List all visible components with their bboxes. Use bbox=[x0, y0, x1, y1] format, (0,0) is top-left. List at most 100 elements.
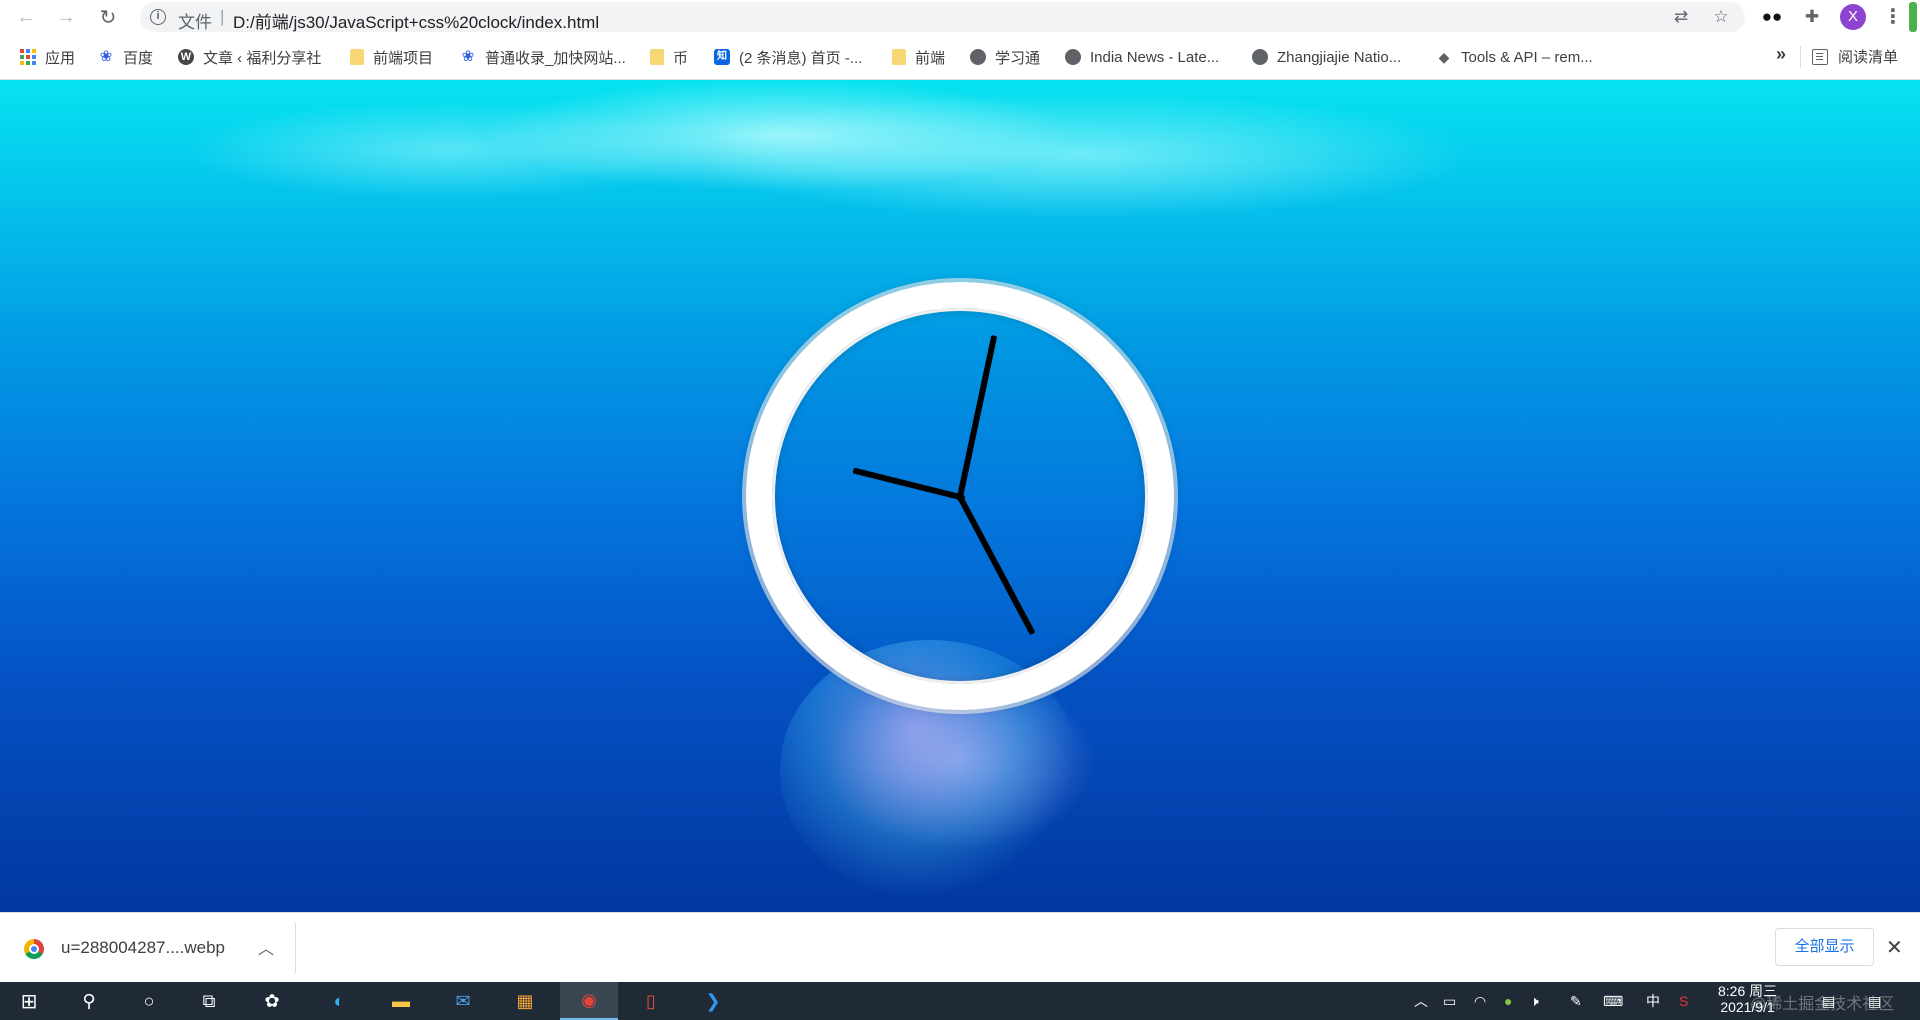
wifi-icon[interactable]: ◠ bbox=[1474, 992, 1486, 1010]
taskbar-app-document[interactable]: ▯ bbox=[622, 982, 680, 1020]
forward-button[interactable]: → bbox=[52, 3, 80, 31]
cortana-button[interactable]: ○ bbox=[120, 982, 178, 1020]
analog-clock bbox=[746, 282, 1174, 710]
taskbar-app-mail[interactable]: ✉ bbox=[434, 982, 492, 1020]
chrome-file-icon bbox=[24, 939, 44, 959]
profile-avatar[interactable]: X bbox=[1840, 4, 1866, 30]
start-button[interactable]: ⊞ bbox=[0, 982, 58, 1020]
show-all-downloads-button[interactable]: 全部显示 bbox=[1775, 928, 1874, 966]
taskbar-app-chrome[interactable]: ◉ bbox=[560, 982, 618, 1020]
globe-icon bbox=[970, 49, 986, 65]
download-filename[interactable]: u=288004287....webp bbox=[61, 938, 225, 958]
task-view-button[interactable]: ⧉ bbox=[180, 982, 238, 1020]
bookmark-label: 前端项目 bbox=[373, 49, 434, 67]
bookmark-apps[interactable]: 应用 bbox=[20, 46, 75, 68]
reading-list-button[interactable]: 阅读清单 bbox=[1812, 46, 1898, 67]
bookmark-label: Zhangjiajie Natio... bbox=[1277, 48, 1402, 66]
bookmark-label: 百度 bbox=[123, 49, 154, 67]
search-icon: ⚲ bbox=[82, 990, 96, 1011]
info-icon[interactable]: i bbox=[150, 9, 166, 25]
minute-hand bbox=[957, 334, 998, 498]
windows-taskbar: ⊞ ⚲ ○ ⧉ ✿ ◐ ▬ ✉ ▦ ◉ ▯ ❯ ︿ ▭ ◠ ● 🕨 ✎ ⌨ 中 … bbox=[0, 982, 1920, 1020]
edge-browser-icon: ◐ bbox=[333, 990, 345, 1011]
bookmark-xuexitong[interactable]: 学习通 bbox=[970, 46, 1040, 68]
browser-menu-icon[interactable]: ⋮ bbox=[1883, 3, 1903, 31]
keyboard-icon[interactable]: ⌨ bbox=[1603, 992, 1623, 1010]
pinwheel-app-icon: ✿ bbox=[264, 990, 280, 1011]
side-panel-edge bbox=[1909, 2, 1917, 32]
bookmark-label: 应用 bbox=[45, 49, 76, 67]
reading-list-label: 阅读清单 bbox=[1838, 49, 1899, 66]
taskbar-app-store[interactable]: ▦ bbox=[496, 982, 554, 1020]
bookmarks-bar: 应用 ❀ 百度 W 文章 ‹ 福利分享社 前端项目 ❀ 普通收录_加快网站...… bbox=[0, 34, 1920, 80]
download-divider bbox=[295, 923, 296, 973]
taskbar-app-file-explorer[interactable]: ▬ bbox=[372, 982, 430, 1020]
bookmark-baidu[interactable]: ❀ 百度 bbox=[98, 46, 153, 68]
url-scheme-label: 文件 bbox=[178, 13, 212, 32]
chrome-icon: ◉ bbox=[581, 989, 597, 1010]
address-bar[interactable]: i 文件 | D:/前端/js30/JavaScript+css%20clock… bbox=[140, 2, 1745, 32]
zhihu-icon: 知 bbox=[714, 49, 730, 65]
download-shelf: u=288004287....webp ︿ 全部显示 ✕ bbox=[0, 912, 1920, 982]
bookmark-star-icon[interactable]: ☆ bbox=[1711, 7, 1731, 27]
reading-list-icon bbox=[1812, 48, 1828, 65]
speaker-muted-icon[interactable]: 🕨 bbox=[1530, 992, 1539, 1010]
bookmarks-divider bbox=[1800, 46, 1801, 68]
pen-icon[interactable]: ✎ bbox=[1570, 992, 1582, 1010]
ime-mode-label[interactable]: 中 bbox=[1646, 992, 1660, 1010]
close-download-bar-icon[interactable]: ✕ bbox=[1886, 935, 1903, 960]
vscode-icon: ❯ bbox=[705, 990, 721, 1011]
tray-app-icon[interactable]: ● bbox=[1504, 992, 1512, 1010]
baidu-paw-icon: ❀ bbox=[461, 48, 475, 65]
bookmark-zhihu[interactable]: 知 (2 条消息) 首页 -... bbox=[714, 46, 862, 68]
sogou-ime-icon[interactable]: S bbox=[1679, 992, 1688, 1010]
taskbar-app-vscode[interactable]: ❯ bbox=[684, 982, 742, 1020]
notification-center-icon[interactable]: ▤ bbox=[1868, 992, 1881, 1010]
clock-center-pin bbox=[957, 494, 965, 502]
bookmark-folder-frontend-projects[interactable]: 前端项目 bbox=[350, 46, 433, 68]
back-button[interactable]: ← bbox=[12, 3, 40, 31]
bookmark-zhangjiajie[interactable]: Zhangjiajie Natio... bbox=[1252, 46, 1401, 68]
baidu-paw-icon: ❀ bbox=[99, 48, 113, 65]
bookmarks-overflow-button[interactable]: » bbox=[1776, 44, 1786, 65]
bookmark-wordpress[interactable]: W 文章 ‹ 福利分享社 bbox=[178, 46, 321, 68]
bookmark-label: India News - Late... bbox=[1090, 48, 1220, 66]
bookmark-folder-coin[interactable]: 币 bbox=[650, 46, 688, 68]
bookmark-label: 币 bbox=[673, 49, 689, 67]
cortana-circle-icon: ○ bbox=[143, 990, 155, 1011]
extensions-puzzle-icon[interactable]: ✚ bbox=[1801, 6, 1823, 28]
second-hand bbox=[957, 495, 1036, 636]
download-options-caret-icon[interactable]: ︿ bbox=[258, 935, 274, 959]
mail-icon: ✉ bbox=[455, 990, 471, 1011]
bookmark-label: Tools & API – rem... bbox=[1461, 48, 1593, 66]
tray-overflow-icon[interactable]: ︿ bbox=[1414, 992, 1428, 1010]
url-text[interactable]: D:/前端/js30/JavaScript+css%20clock/index.… bbox=[233, 8, 599, 33]
apps-grid-icon bbox=[20, 49, 36, 65]
windows-logo-icon: ⊞ bbox=[20, 990, 38, 1013]
bookmark-baidu-indexing[interactable]: ❀ 普通收录_加快网站... bbox=[460, 46, 626, 68]
reload-button[interactable]: ↻ bbox=[94, 3, 122, 31]
search-button[interactable]: ⚲ bbox=[60, 982, 118, 1020]
folder-icon bbox=[892, 49, 906, 65]
clock-face bbox=[772, 308, 1148, 684]
store-bag-icon: ▦ bbox=[516, 990, 534, 1011]
bookmark-label: 普通收录_加快网站... bbox=[485, 49, 626, 67]
extension-tampermonkey-icon[interactable]: ●● bbox=[1761, 6, 1783, 28]
translate-icon[interactable]: ⇄ bbox=[1671, 7, 1691, 27]
bookmark-label: 文章 ‹ 福利分享社 bbox=[203, 49, 322, 67]
reload-icon: ↻ bbox=[99, 6, 117, 29]
taskbar-app-pinwheel[interactable]: ✿ bbox=[243, 982, 301, 1020]
browser-toolbar: ← → ↻ i 文件 | D:/前端/js30/JavaScript+css%2… bbox=[0, 0, 1920, 34]
globe-icon bbox=[1252, 49, 1268, 65]
bookmark-label: 学习通 bbox=[995, 49, 1041, 67]
folder-icon: ▬ bbox=[392, 990, 410, 1011]
bookmark-india-news[interactable]: India News - Late... bbox=[1065, 46, 1219, 68]
show-desktop-icon[interactable]: ▤ bbox=[1822, 992, 1835, 1010]
hour-hand bbox=[852, 467, 961, 500]
battery-icon[interactable]: ▭ bbox=[1443, 992, 1456, 1010]
bookmark-tools-api[interactable]: ◆ Tools & API – rem... bbox=[1436, 46, 1593, 68]
bookmark-folder-frontend[interactable]: 前端 bbox=[892, 46, 945, 68]
url-separator: | bbox=[220, 7, 225, 26]
taskbar-app-edge[interactable]: ◐ bbox=[310, 982, 368, 1020]
wordpress-icon: W bbox=[178, 49, 194, 65]
